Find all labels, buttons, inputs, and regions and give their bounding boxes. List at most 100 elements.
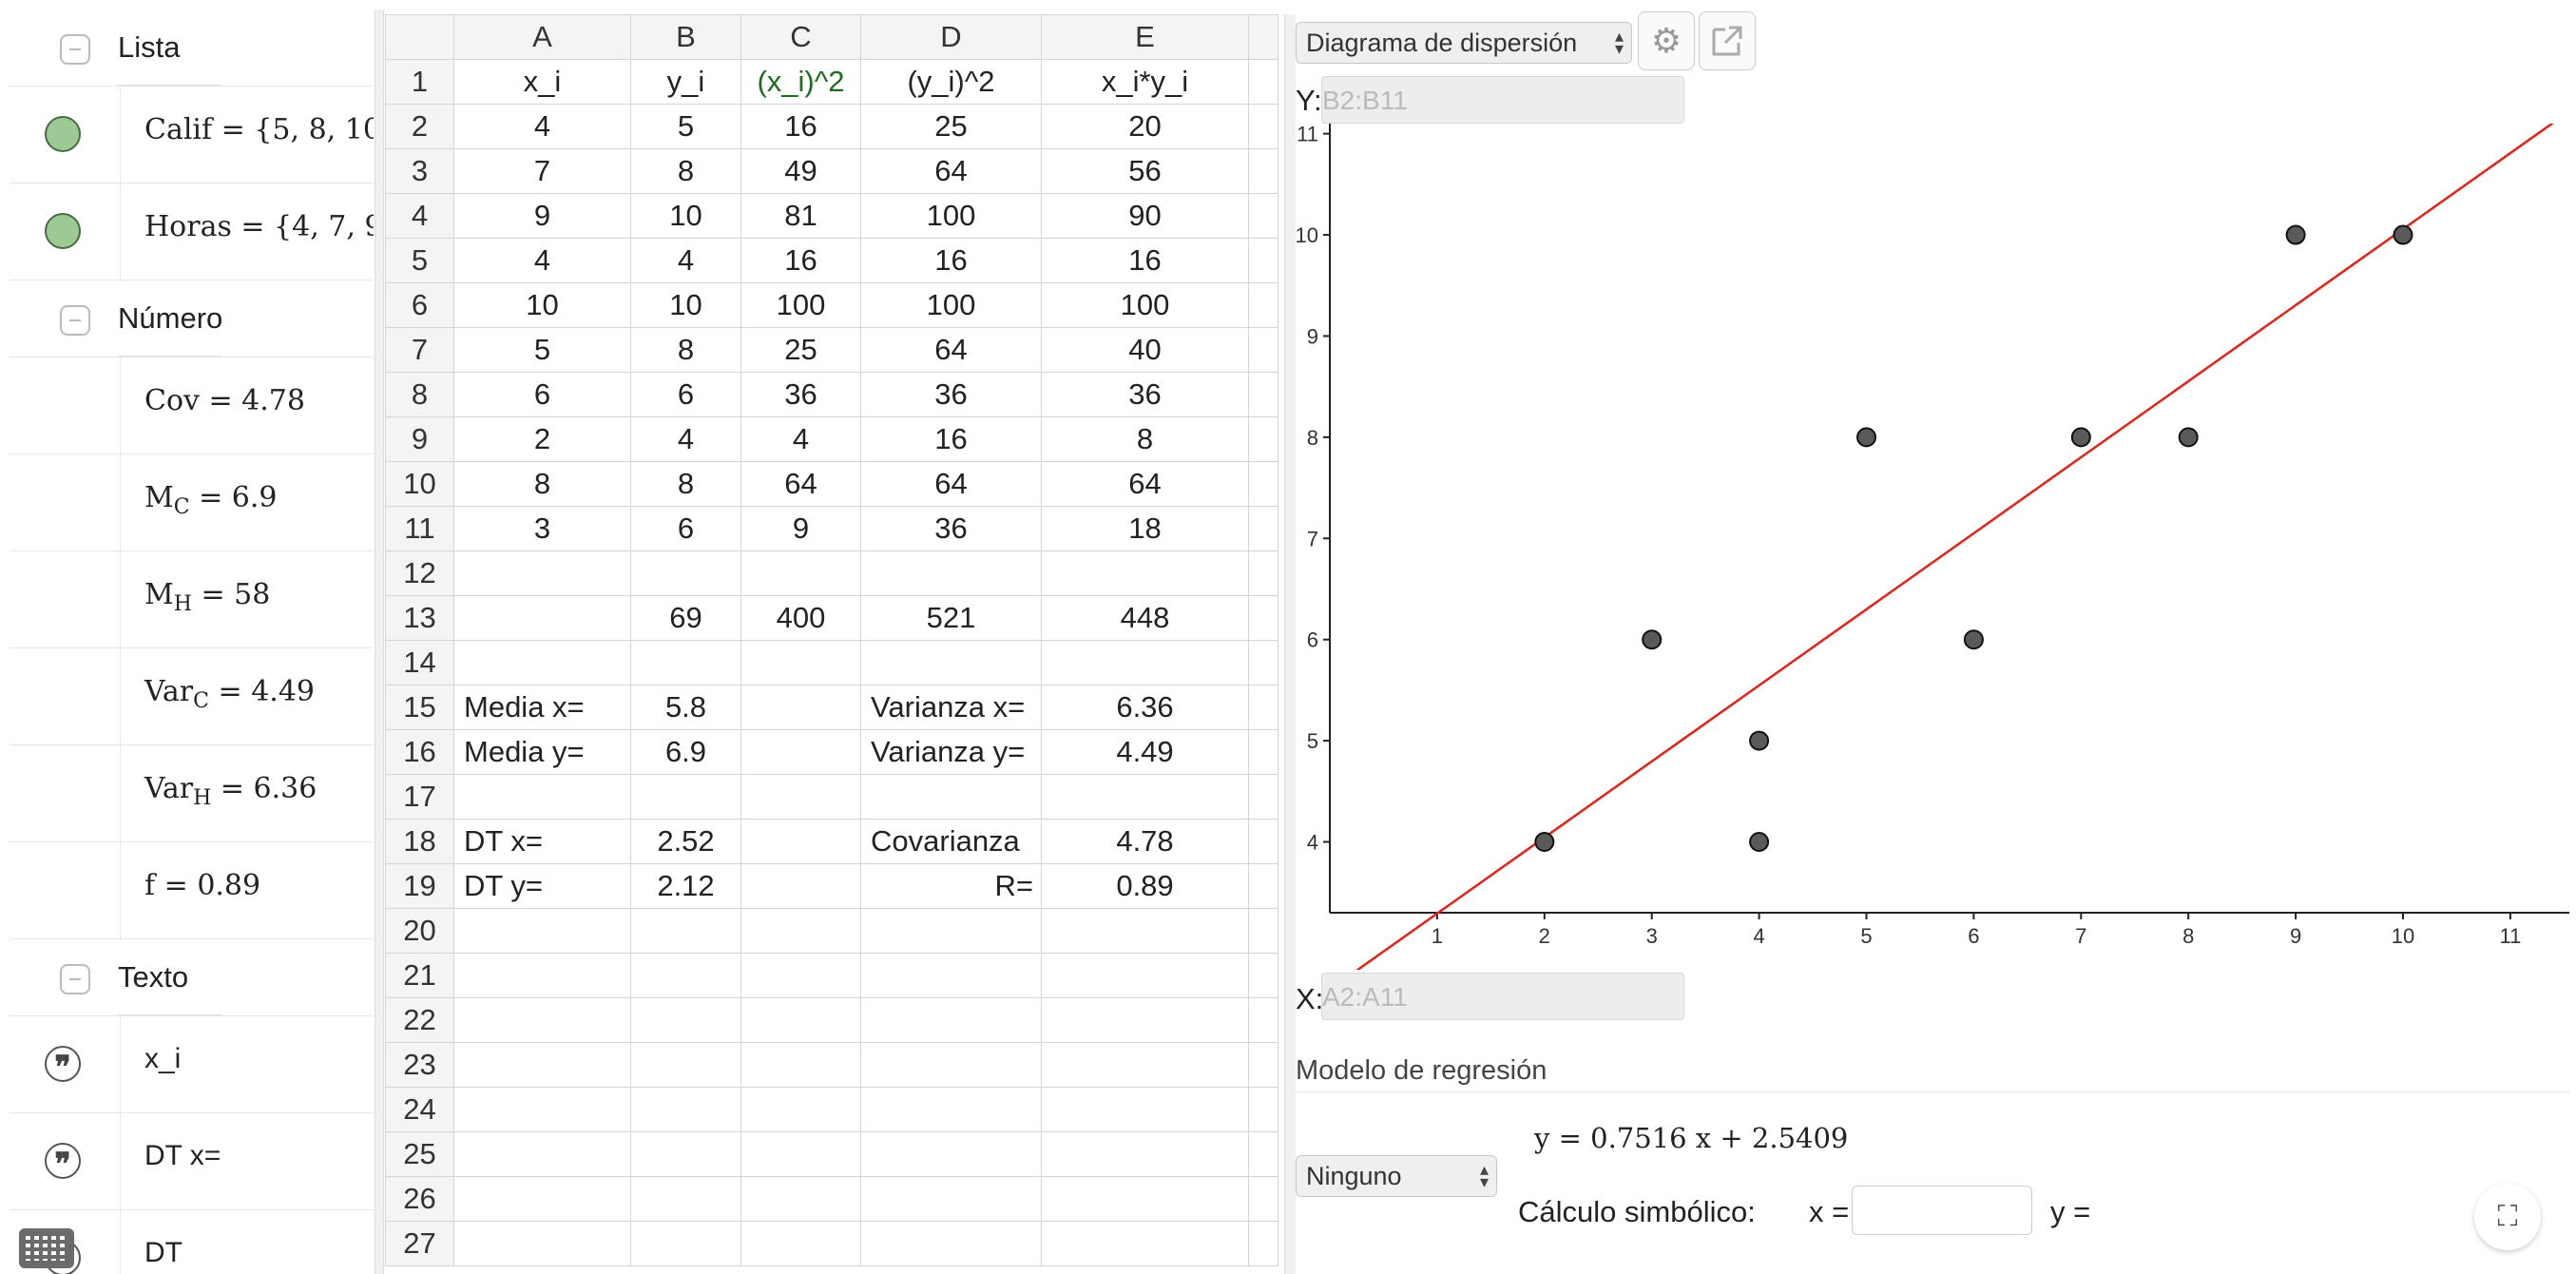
cell-d1[interactable]: (y_i)^2	[860, 59, 1042, 105]
algebra-item-text1[interactable]: ❞ x_i	[10, 1015, 374, 1112]
cell-e2[interactable]: 20	[1041, 104, 1249, 149]
cell-a1[interactable]: x_i	[453, 59, 631, 105]
cell-c11[interactable]: 9	[740, 506, 861, 551]
cell-d2[interactable]: 25	[860, 104, 1042, 149]
cell-f16[interactable]	[1248, 729, 1278, 775]
cell-f22[interactable]	[1248, 997, 1278, 1043]
cell-b13[interactable]: 69	[630, 595, 741, 641]
cell-a5[interactable]: 4	[453, 238, 631, 283]
cell-f4[interactable]	[1248, 193, 1278, 239]
cell-a19[interactable]: DT y=	[453, 863, 631, 909]
cell-a16[interactable]: Media y=	[453, 729, 631, 775]
row-header[interactable]: 7	[385, 327, 454, 373]
cell-a13[interactable]	[453, 595, 631, 641]
cell-a12[interactable]	[453, 550, 631, 596]
cell-a20[interactable]	[453, 908, 631, 954]
cell-a10[interactable]: 8	[453, 461, 631, 507]
algebra-item-text2[interactable]: ❞ DT x=	[10, 1112, 374, 1209]
cell-b1[interactable]: y_i	[630, 59, 741, 105]
cell-e3[interactable]: 56	[1041, 148, 1249, 194]
algebra-expression[interactable]: f = 0.89	[144, 869, 260, 902]
cell-e4[interactable]: 90	[1041, 193, 1249, 239]
x-range-field[interactable]: A2:A11	[1321, 973, 1684, 1020]
cell-d5[interactable]: 16	[860, 238, 1042, 283]
cell-a21[interactable]	[453, 953, 631, 998]
cell-f1[interactable]	[1248, 59, 1278, 105]
cell-f24[interactable]	[1248, 1087, 1278, 1132]
cell-d23[interactable]	[860, 1042, 1042, 1088]
cell-d25[interactable]	[860, 1131, 1042, 1177]
cell-f13[interactable]	[1248, 595, 1278, 641]
cell-c19[interactable]	[740, 863, 861, 909]
column-header-f[interactable]	[1248, 14, 1278, 60]
y-range-field[interactable]: B2:B11	[1321, 76, 1684, 124]
cell-d14[interactable]	[860, 640, 1042, 685]
cell-f14[interactable]	[1248, 640, 1278, 685]
scatter-plot[interactable]: 1 2 3 4 5 6 7 8 9 10 11 4 5 6 7 8 9 10 11	[1296, 124, 2569, 970]
row-header[interactable]: 9	[385, 416, 454, 462]
cell-e16[interactable]: 4.49	[1041, 729, 1249, 775]
cell-f10[interactable]	[1248, 461, 1278, 507]
corner-cell[interactable]	[385, 14, 454, 60]
cell-f12[interactable]	[1248, 550, 1278, 596]
algebra-expression[interactable]: x_i	[144, 1043, 181, 1075]
visibility-toggle-icon[interactable]	[45, 116, 81, 152]
row-header[interactable]: 3	[385, 148, 454, 194]
cell-d9[interactable]: 16	[860, 416, 1042, 462]
cell-f7[interactable]	[1248, 327, 1278, 373]
category-texto[interactable]: Texto	[10, 938, 374, 1015]
row-header[interactable]: 5	[385, 238, 454, 283]
cell-e22[interactable]	[1041, 997, 1249, 1043]
cell-f23[interactable]	[1248, 1042, 1278, 1088]
cell-d22[interactable]	[860, 997, 1042, 1043]
category-numero[interactable]: Número	[10, 280, 374, 357]
export-icon[interactable]	[1699, 11, 1756, 70]
quote-icon[interactable]: ❞	[45, 1143, 81, 1182]
cell-e19[interactable]: 0.89	[1041, 863, 1249, 909]
cell-b21[interactable]	[630, 953, 741, 998]
algebra-expression[interactable]: VarH = 6.36	[144, 772, 317, 810]
cell-b11[interactable]: 6	[630, 506, 741, 551]
cell-e20[interactable]	[1041, 908, 1249, 954]
cell-c7[interactable]: 25	[740, 327, 861, 373]
cell-b18[interactable]: 2.52	[630, 819, 741, 864]
cell-e6[interactable]: 100	[1041, 282, 1249, 328]
cell-a22[interactable]	[453, 997, 631, 1043]
collapse-icon[interactable]	[60, 34, 90, 65]
cell-b26[interactable]	[630, 1176, 741, 1222]
cell-f17[interactable]	[1248, 774, 1278, 820]
cell-c17[interactable]	[740, 774, 861, 820]
column-header-d[interactable]: D	[860, 14, 1042, 60]
symbolic-x-input[interactable]	[1852, 1186, 2032, 1235]
cell-a26[interactable]	[453, 1176, 631, 1222]
cell-d12[interactable]	[860, 550, 1042, 596]
cell-a2[interactable]: 4	[453, 104, 631, 149]
cell-d4[interactable]: 100	[860, 193, 1042, 239]
cell-c1[interactable]: (x_i)^2	[740, 59, 861, 105]
cell-f8[interactable]	[1248, 372, 1278, 417]
algebra-item-varh[interactable]: VarH = 6.36	[10, 744, 374, 841]
algebra-item-f[interactable]: f = 0.89	[10, 841, 374, 938]
row-header[interactable]: 27	[385, 1221, 454, 1266]
cell-d6[interactable]: 100	[860, 282, 1042, 328]
cell-a7[interactable]: 5	[453, 327, 631, 373]
cell-b5[interactable]: 4	[630, 238, 741, 283]
algebra-item-varc[interactable]: VarC = 4.49	[10, 647, 374, 744]
cell-c26[interactable]	[740, 1176, 861, 1222]
cell-b14[interactable]	[630, 640, 741, 685]
cell-a23[interactable]	[453, 1042, 631, 1088]
cell-d27[interactable]	[860, 1221, 1042, 1266]
fullscreen-icon[interactable]: ⛶	[2474, 1184, 2541, 1250]
cell-b27[interactable]	[630, 1221, 741, 1266]
cell-f2[interactable]	[1248, 104, 1278, 149]
cell-b2[interactable]: 5	[630, 104, 741, 149]
visibility-toggle-icon[interactable]	[45, 213, 81, 249]
row-header[interactable]: 6	[385, 282, 454, 328]
row-header[interactable]: 2	[385, 104, 454, 149]
cell-b17[interactable]	[630, 774, 741, 820]
cell-e14[interactable]	[1041, 640, 1249, 685]
column-header-e[interactable]: E	[1041, 14, 1249, 60]
cell-c16[interactable]	[740, 729, 861, 775]
cell-f11[interactable]	[1248, 506, 1278, 551]
cell-f21[interactable]	[1248, 953, 1278, 998]
